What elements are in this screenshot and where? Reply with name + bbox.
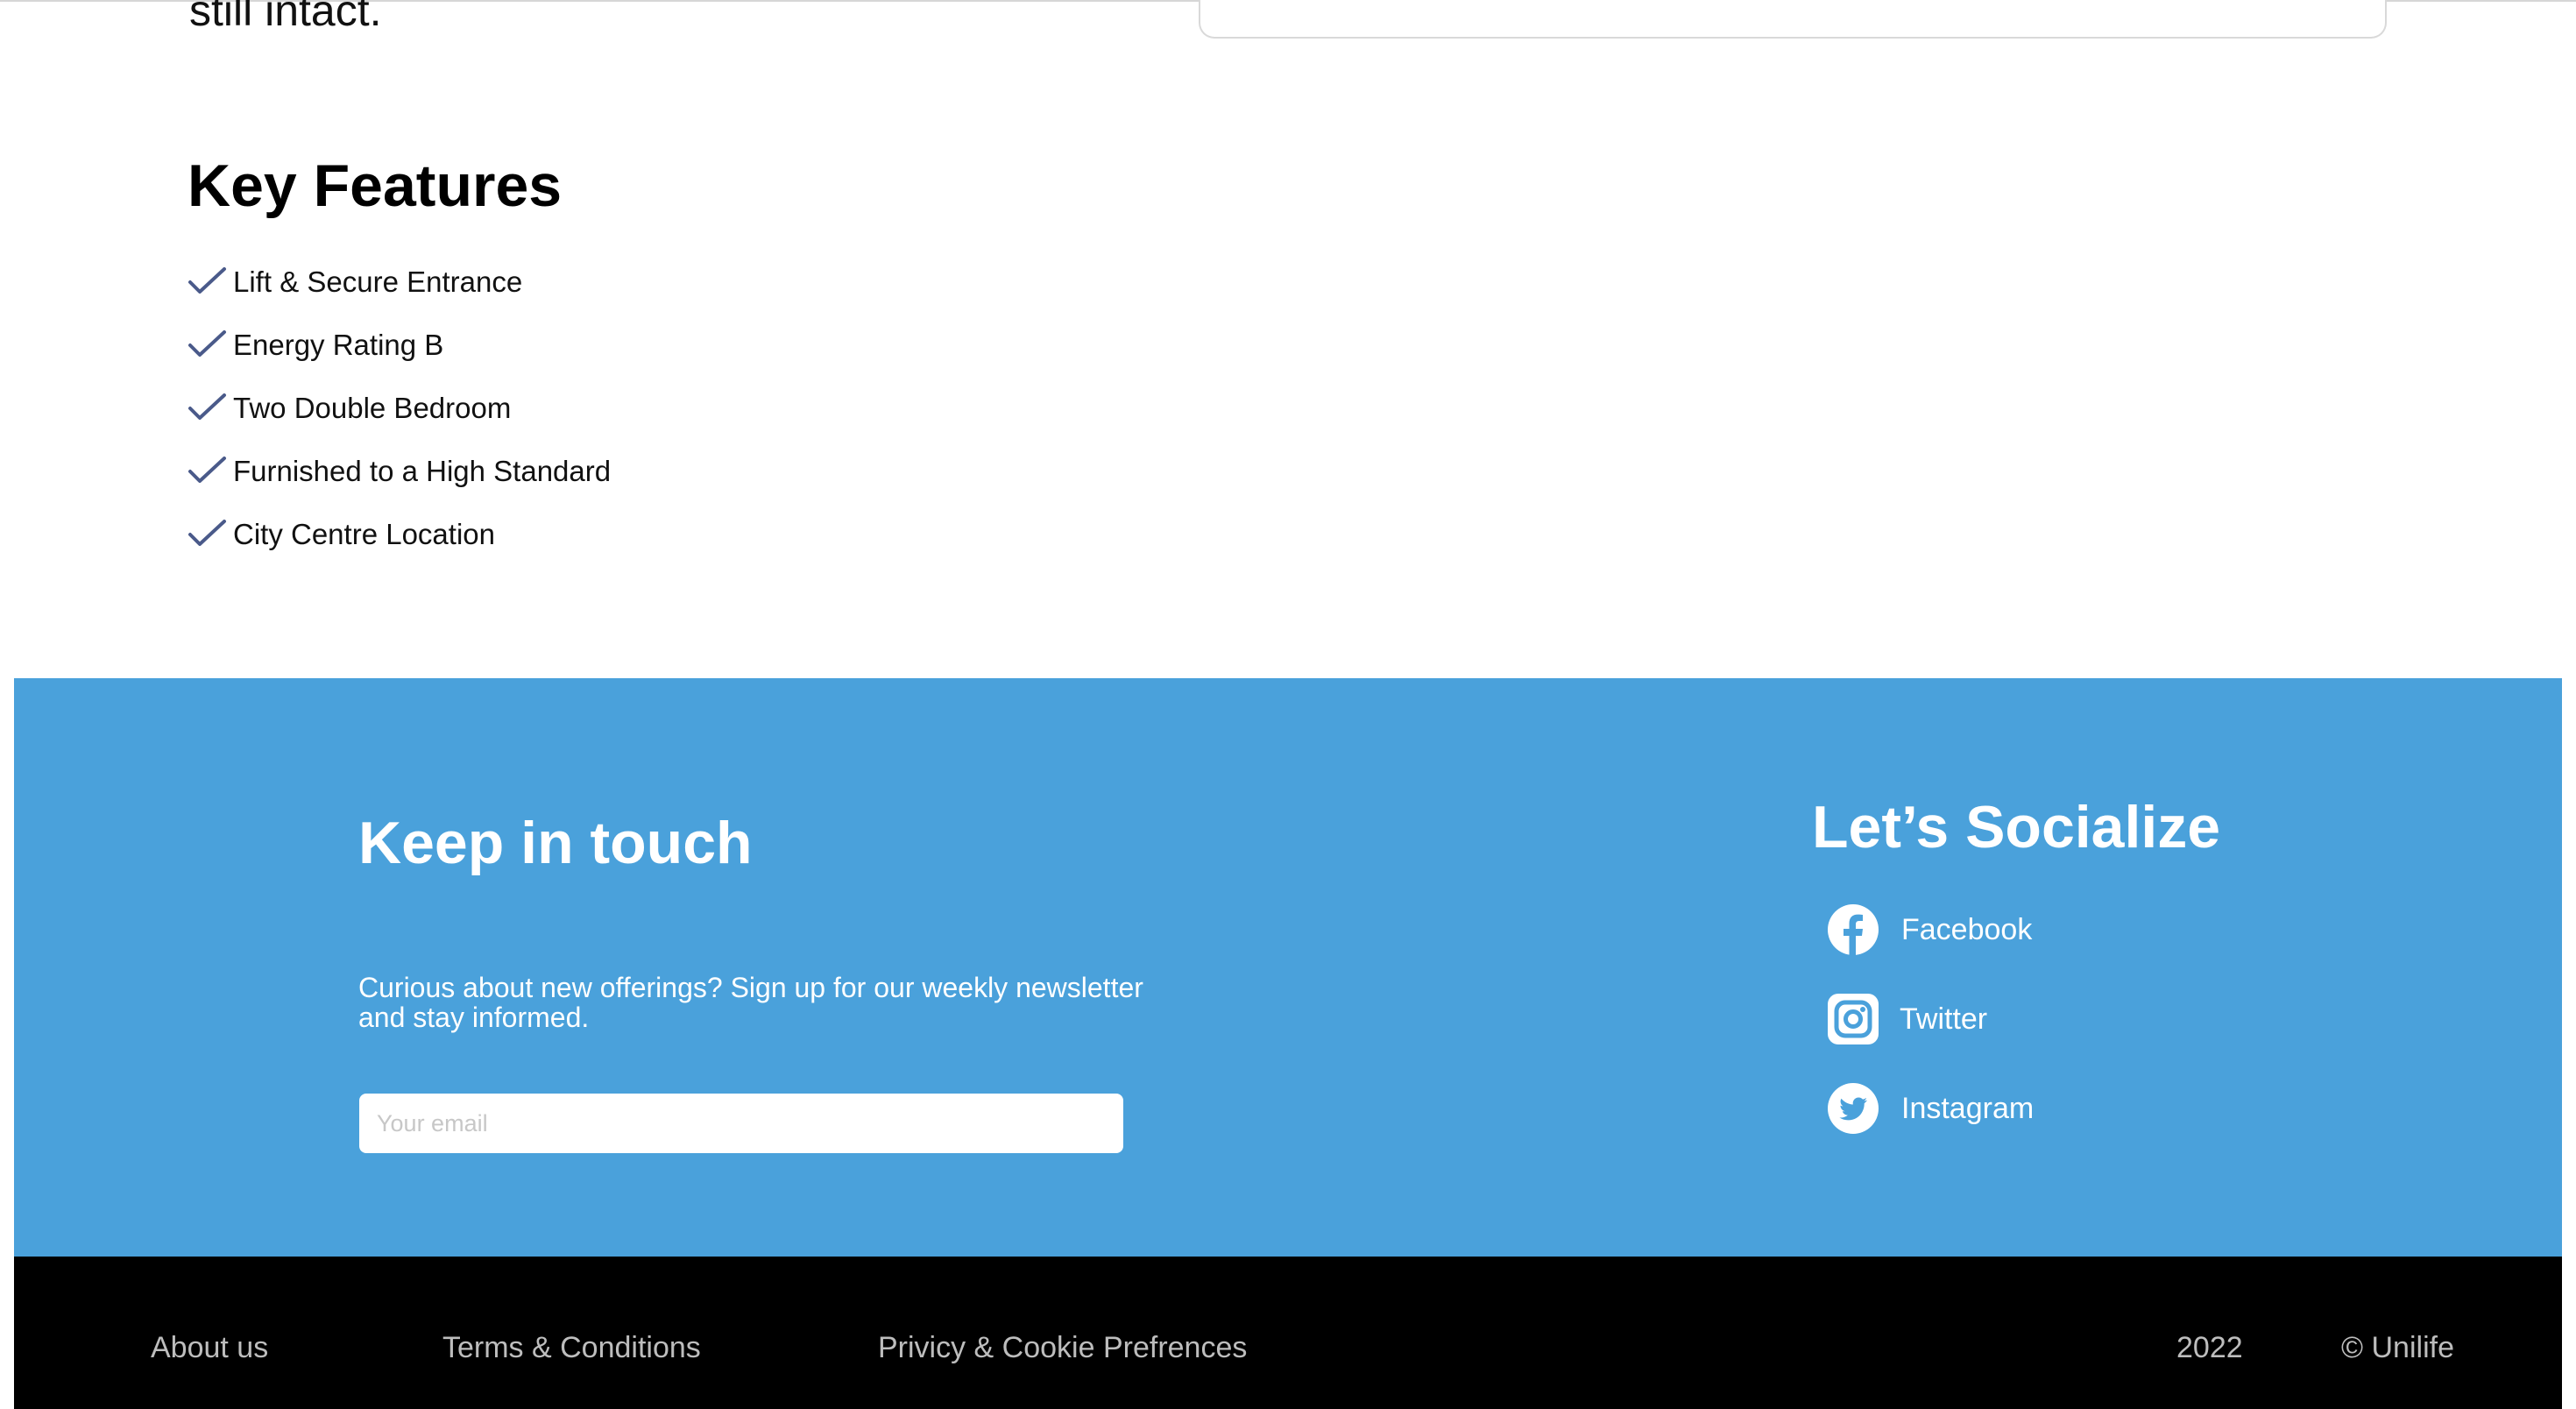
facebook-link[interactable]: Facebook [1826, 903, 2032, 957]
newsletter-title: Keep in touch [358, 810, 753, 876]
key-features-title: Key Features [188, 152, 563, 219]
facebook-label: Facebook [1901, 912, 2033, 946]
email-input[interactable] [359, 1094, 1123, 1153]
facebook-icon [1828, 904, 1879, 955]
feature-label: Lift & Secure Entrance [233, 266, 523, 298]
feature-item: Lift & Secure Entrance [188, 251, 611, 314]
check-icon [188, 457, 226, 483]
instagram-icon [1828, 994, 1879, 1044]
enquiry-card-bottom [1199, 0, 2387, 39]
key-features-list: Lift & Secure Entrance Energy Rating B T… [188, 251, 611, 566]
twitter-link[interactable]: Twitter [1826, 992, 1987, 1046]
instagram-label: Instagram [1901, 1091, 2035, 1125]
feature-label: City Centre Location [233, 518, 495, 550]
newsletter-description: Curious about new offerings? Sign up for… [358, 972, 1143, 1033]
footer-about-link[interactable]: About us [151, 1328, 268, 1367]
footer-terms-link[interactable]: Terms & Conditions [442, 1328, 701, 1367]
check-icon [188, 520, 226, 546]
footer-privacy-link[interactable]: Privicy & Cookie Prefrences [878, 1328, 1247, 1367]
check-icon [188, 267, 226, 294]
newsletter-social-section [14, 678, 2562, 1257]
feature-item: Energy Rating B [188, 314, 611, 377]
feature-item: Furnished to a High Standard [188, 440, 611, 503]
description-tail-text: still intact. [189, 0, 382, 35]
socialize-title: Let’s Socialize [1812, 794, 2221, 860]
feature-label: Two Double Bedroom [233, 392, 512, 424]
feature-item: Two Double Bedroom [188, 377, 611, 440]
instagram-link[interactable]: Instagram [1826, 1081, 2034, 1136]
feature-label: Energy Rating B [233, 329, 444, 361]
twitter-label: Twitter [1900, 1002, 1988, 1036]
footer-year: 2022 [2176, 1331, 2243, 1364]
check-icon [188, 330, 226, 357]
twitter-icon [1828, 1083, 1879, 1134]
check-icon [188, 393, 226, 420]
feature-label: Furnished to a High Standard [233, 455, 612, 487]
page: still intact. Key Features Lift & Secure… [0, 0, 2576, 1409]
feature-item: City Centre Location [188, 503, 611, 566]
footer-copyright: © Unilife [2341, 1331, 2454, 1364]
